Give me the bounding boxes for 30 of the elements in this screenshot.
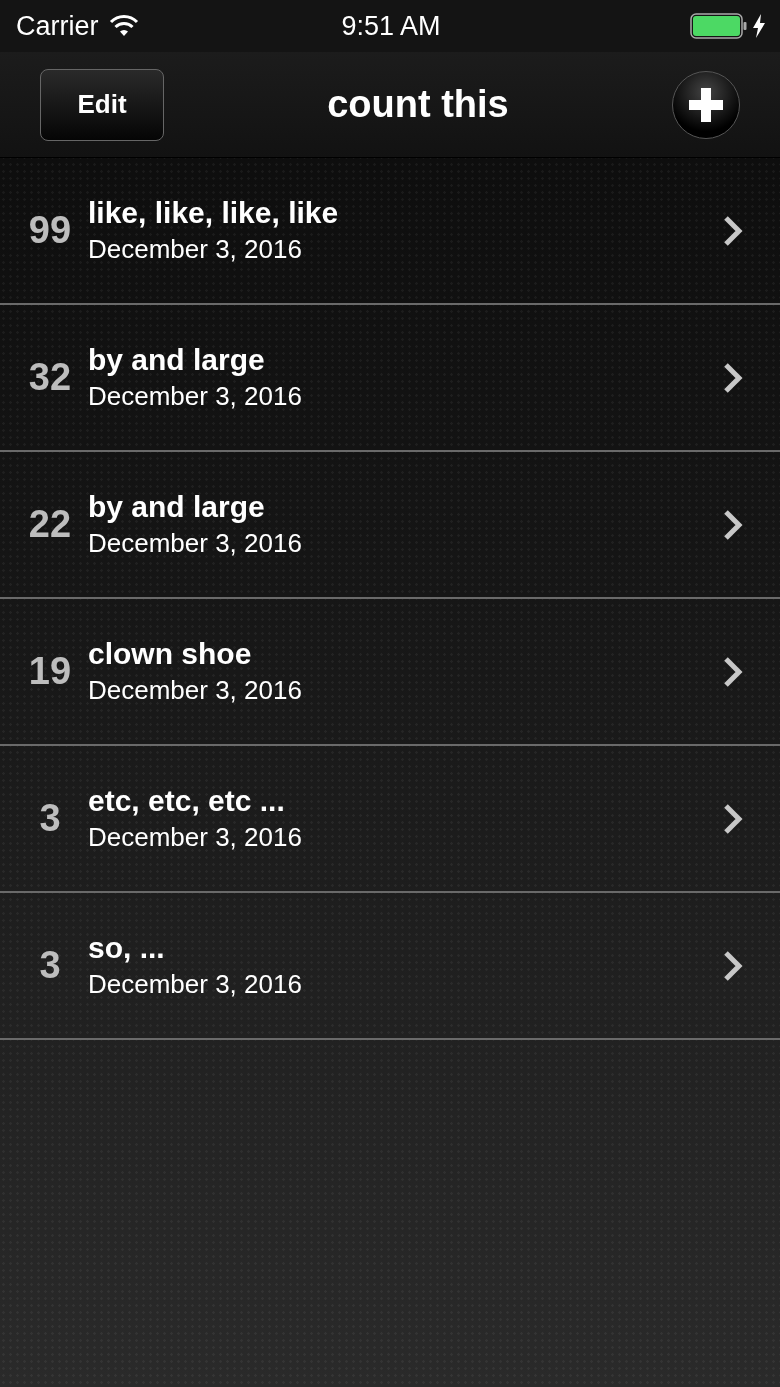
- row-date: December 3, 2016: [88, 822, 303, 853]
- count-label: 3: [38, 944, 62, 987]
- battery-icon: [690, 13, 748, 39]
- chevron-right-icon[interactable]: [722, 507, 744, 542]
- chevron-right-icon[interactable]: [722, 213, 744, 248]
- chevron-right-icon[interactable]: [722, 801, 744, 836]
- row-title: like, like, like, like: [88, 196, 340, 230]
- count-label: 22: [27, 503, 73, 546]
- row-date: December 3, 2016: [88, 234, 303, 265]
- row-date: December 3, 2016: [88, 528, 303, 559]
- count-label: 3: [38, 797, 62, 840]
- row-title: by and large: [88, 343, 266, 377]
- count-label: 19: [27, 650, 73, 693]
- row-date: December 3, 2016: [88, 381, 303, 412]
- row-date: December 3, 2016: [88, 969, 303, 1000]
- row-title: so, ...: [88, 931, 166, 965]
- nav-title: count this: [326, 83, 510, 126]
- wifi-icon: [108, 14, 139, 38]
- row-title: etc, etc, etc ...: [88, 784, 286, 818]
- carrier-label: Carrier: [16, 10, 99, 42]
- count-label: 99: [27, 209, 73, 252]
- edit-button[interactable]: Edit: [40, 68, 164, 141]
- row-title: by and large: [88, 490, 266, 524]
- chevron-right-icon[interactable]: [722, 654, 744, 689]
- chevron-right-icon[interactable]: [722, 360, 744, 395]
- chevron-right-icon[interactable]: [722, 948, 744, 983]
- time-label: 9:51 AM: [341, 10, 441, 42]
- row-date: December 3, 2016: [88, 675, 303, 706]
- count-label: 32: [27, 356, 73, 399]
- row-title: clown shoe: [88, 637, 253, 671]
